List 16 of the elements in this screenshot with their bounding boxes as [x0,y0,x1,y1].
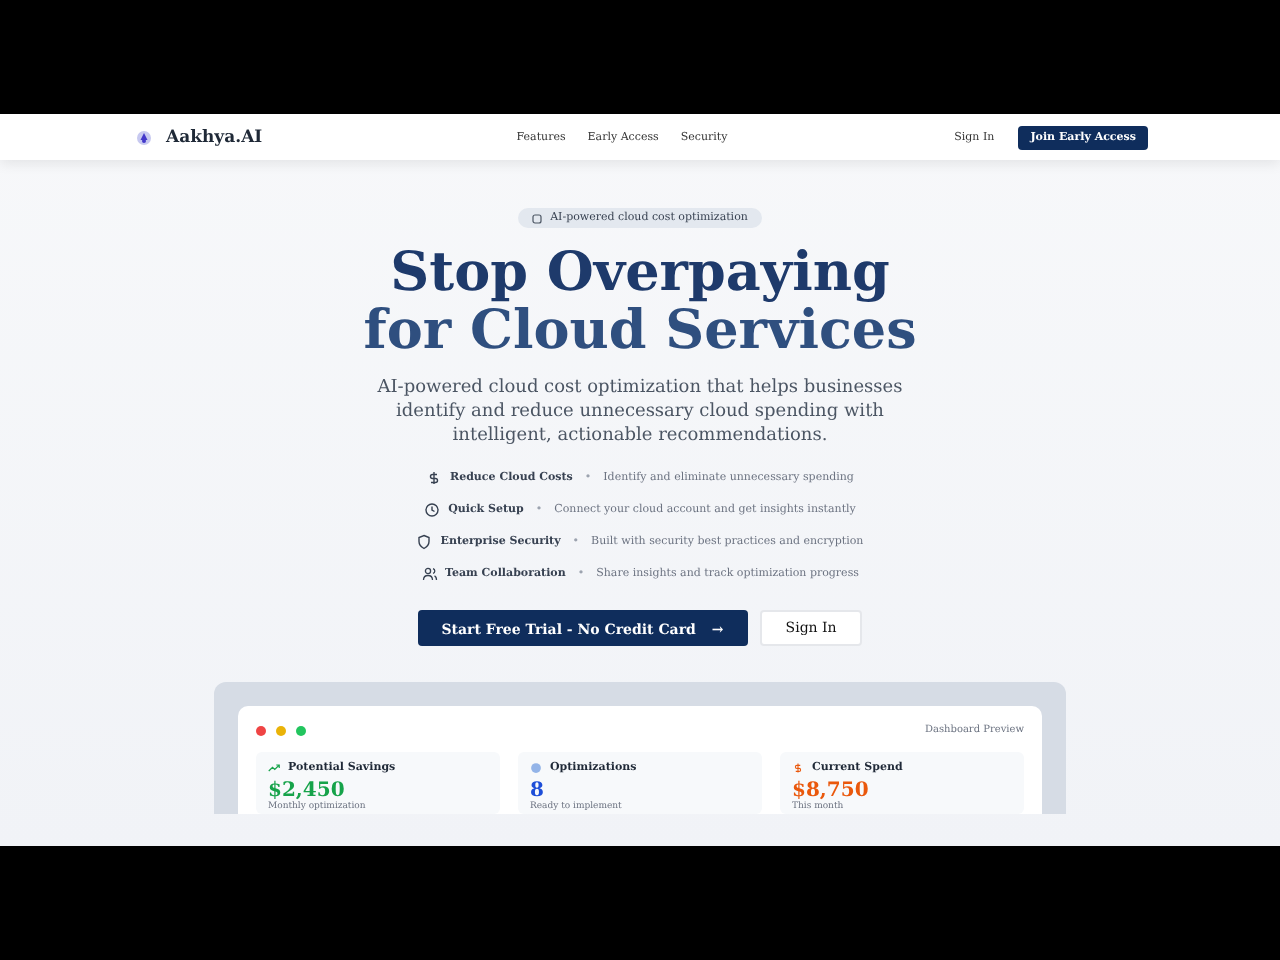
logo-icon [136,129,152,145]
stat-value: $2,450 [268,780,345,802]
trend-up-icon [268,762,280,774]
headline: for Cloud Services [363,300,917,362]
dollar-icon [792,762,804,774]
dollar-icon [426,470,443,486]
clock-icon [424,502,441,518]
square-icon [532,213,543,223]
circle-icon [530,762,542,774]
users-icon [421,566,438,582]
headline: Stop Overpaying [390,242,890,304]
stat-value: 8 [530,780,544,802]
shield-icon [416,534,433,550]
subtitle: AI-powered cloud cost optimization that helps businesses identify and reduce unnecessary cloud spending with intelligent, actionable recommendations. [375,376,905,448]
stat-value: $8,750 [792,780,871,802]
brand-name: Aakhya.AI [166,127,263,147]
